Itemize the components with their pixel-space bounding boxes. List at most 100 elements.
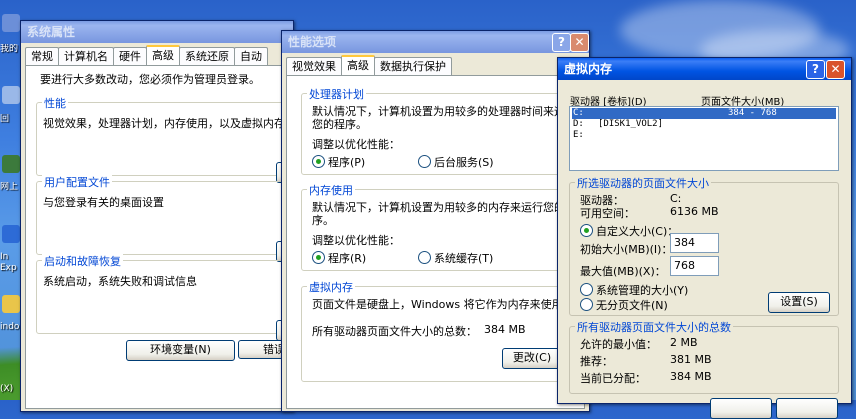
memory-text: 序。 [312, 214, 334, 227]
desktop-label: indo [0, 322, 20, 332]
performance-options-tabs: 视觉效果 高级 数据执行保护 [286, 55, 452, 77]
tab-visual-effects[interactable]: 视觉效果 [286, 57, 342, 75]
cpu-background-label[interactable]: 后台服务(S) [434, 154, 494, 170]
system-managed-label[interactable]: 系统管理的大小(Y) [596, 282, 688, 298]
no-paging-radio[interactable] [580, 298, 593, 311]
user-profiles-group: 用户配置文件 与您登录有关的桌面设置 [36, 174, 298, 255]
recommended-value: 381 MB [670, 353, 712, 366]
recycle-bin-icon[interactable] [2, 86, 20, 104]
tab-hardware[interactable]: 硬件 [113, 47, 147, 65]
memory-usage-label: 内存使用 [307, 182, 355, 198]
processor-adjust-label: 调整以优化性能： [312, 138, 400, 151]
selected-drive-group: 所选驱动器的页面文件大小 驱动器： C: 可用空间： 6136 MB 自定义大小… [569, 175, 839, 316]
startup-text: 系统启动，系统失败和调试信息 [43, 275, 197, 288]
drive-row[interactable]: C: 384 - 768 [572, 108, 836, 119]
windows-icon[interactable] [2, 295, 20, 313]
desktop-label: 我的 [0, 44, 19, 54]
memory-system-cache-radio[interactable] [418, 251, 431, 264]
min-allowed-label: 允许的最小值： [580, 338, 657, 351]
drive-value: C: [670, 192, 682, 205]
processor-scheduling-group: 处理器计划 默认情况下，计算机设置为用较多的处理器时间来运行 您的程序。 调整以… [301, 86, 576, 175]
tab-dep[interactable]: 数据执行保护 [374, 57, 452, 75]
user-profiles-label: 用户配置文件 [42, 174, 112, 190]
desktop-label: 回 [0, 114, 10, 124]
currently-allocated-label: 当前已分配： [580, 372, 646, 385]
virtual-memory-window: 虚拟内存 ? ✕ 驱动器 [卷标](D) 页面文件大小(MB) C: 384 -… [557, 57, 852, 419]
max-size-label: 最大值(MB)(X)： [580, 265, 666, 278]
system-properties-titlebar[interactable]: 系统属性 [21, 21, 293, 43]
ok-button[interactable] [710, 398, 772, 419]
custom-size-label[interactable]: 自定义大小(C)： [596, 223, 678, 239]
max-size-input[interactable]: 768 [670, 256, 719, 276]
close-icon[interactable]: ✕ [570, 33, 589, 52]
desktop-label: Exp [0, 263, 17, 273]
drive-letter: E: [573, 130, 584, 140]
tab-system-restore[interactable]: 系统还原 [179, 47, 235, 65]
tab-general[interactable]: 常规 [25, 47, 59, 65]
free-space-label: 可用空间： [580, 207, 635, 220]
change-button[interactable]: 更改(C) [502, 348, 562, 369]
drive-volume-label: [DISK1_VOL2] [598, 119, 664, 129]
tab-computer-name[interactable]: 计算机名 [58, 47, 114, 65]
drive-row[interactable]: E: [572, 130, 836, 141]
network-icon[interactable] [2, 155, 20, 173]
set-button[interactable]: 设置(S) [768, 292, 830, 313]
virtual-memory-group: 虚拟内存 页面文件是硬盘上，Windows 将它作为内存来使用。 所有驱动器页面… [301, 279, 574, 382]
cpu-programs-label[interactable]: 程序(P) [328, 154, 365, 170]
memory-system-cache-label[interactable]: 系统缓存(T) [434, 250, 493, 266]
performance-group: 性能 视觉效果，处理器计划，内存使用，以及虚拟内存 [36, 95, 298, 176]
tab-automatic[interactable]: 自动 [234, 47, 268, 65]
internet-explorer-icon[interactable] [2, 225, 20, 243]
help-icon[interactable]: ? [552, 33, 571, 52]
cancel-button[interactable] [776, 398, 838, 419]
drive-letter: D: [573, 119, 584, 129]
window-title: 性能选项 [288, 35, 337, 49]
cpu-background-radio[interactable] [418, 155, 431, 168]
system-managed-radio[interactable] [580, 283, 593, 296]
memory-text: 默认情况下，计算机设置为用较多的内存来运行您的程 [312, 201, 576, 214]
total-paging-group: 所有驱动器页面文件大小的总数 允许的最小值： 2 MB 推荐： 381 MB 当… [569, 319, 839, 394]
close-icon[interactable]: ✕ [826, 60, 845, 79]
help-icon[interactable]: ? [806, 60, 825, 79]
window-title: 虚拟内存 [564, 62, 613, 76]
min-allowed-value: 2 MB [670, 336, 698, 349]
memory-programs-radio[interactable] [312, 251, 325, 264]
environment-variables-button[interactable]: 环境变量(N) [126, 340, 235, 361]
desktop-label: 网上 [0, 182, 19, 192]
performance-text: 视觉效果，处理器计划，内存使用，以及虚拟内存 [43, 117, 285, 130]
drive-letter: C: [573, 108, 584, 118]
paging-total-label: 所有驱动器页面文件大小的总数： [312, 325, 477, 338]
admin-note: 要进行大多数改动，您必须作为管理员登录。 [40, 73, 260, 86]
memory-adjust-label: 调整以优化性能： [312, 234, 400, 247]
tab-advanced[interactable]: 高级 [341, 55, 375, 77]
desktop-label: In [0, 252, 9, 262]
my-computer-icon[interactable] [2, 14, 20, 32]
performance-label: 性能 [42, 95, 68, 111]
no-paging-label[interactable]: 无分页文件(N) [596, 297, 668, 313]
custom-size-radio[interactable] [580, 224, 593, 237]
processor-scheduling-label: 处理器计划 [307, 86, 366, 102]
startup-group: 启动和故障恢复 系统启动，系统失败和调试信息 [36, 253, 298, 334]
drive-page-size: 384 - 768 [728, 108, 777, 118]
drive-row[interactable]: D: [DISK1_VOL2] [572, 119, 836, 130]
drive-list[interactable]: C: 384 - 768 D: [DISK1_VOL2] E: [569, 106, 839, 171]
desktop-label: (X) [0, 384, 14, 394]
virtual-memory-text: 页面文件是硬盘上，Windows 将它作为内存来使用。 [312, 298, 574, 311]
processor-text: 您的程序。 [312, 118, 367, 131]
performance-options-window: 性能选项 ? ✕ 视觉效果 高级 数据执行保护 处理器计划 默认情况下，计算机设… [281, 30, 590, 412]
currently-allocated-value: 384 MB [670, 370, 712, 383]
virtual-memory-label: 虚拟内存 [307, 279, 355, 295]
memory-usage-group: 内存使用 默认情况下，计算机设置为用较多的内存来运行您的程 序。 调整以优化性能… [301, 182, 576, 271]
memory-programs-label[interactable]: 程序(R) [328, 250, 366, 266]
system-properties-tabs: 常规 计算机名 硬件 高级 系统还原 自动 [25, 45, 268, 67]
system-properties-window: 系统属性 常规 计算机名 硬件 高级 系统还原 自动 要进行大多数改动，您必须作… [20, 20, 298, 412]
paging-total-value: 384 MB [484, 323, 526, 336]
desktop-icons: 我的 回 网上 In Exp indo (X) [0, 0, 22, 400]
cpu-programs-radio[interactable] [312, 155, 325, 168]
initial-size-input[interactable]: 384 [670, 233, 719, 253]
tab-advanced[interactable]: 高级 [146, 45, 180, 67]
advanced-panel: 要进行大多数改动，您必须作为管理员登录。 性能 视觉效果，处理器计划，内存使用，… [25, 65, 298, 409]
startup-label: 启动和故障恢复 [42, 253, 123, 269]
performance-options-titlebar[interactable]: 性能选项 [282, 31, 589, 53]
free-space-value: 6136 MB [670, 205, 719, 218]
